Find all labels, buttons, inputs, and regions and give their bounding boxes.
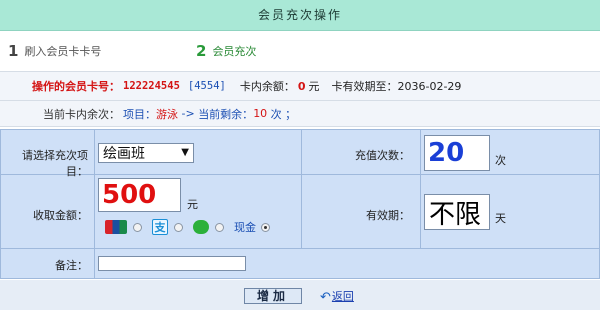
item-name: 游泳 (156, 107, 178, 121)
remain-value: 10 (253, 107, 268, 120)
project-selected-value: 绘画班 (103, 146, 145, 162)
card-info-row: 操作的会员卡号： 122224545 [4554] 卡内余额： 0 元 卡有效期… (0, 72, 600, 101)
balance-value: 0 (297, 79, 306, 93)
action-bar: 增加 ↶ 返回 (0, 280, 600, 310)
column-divider (420, 130, 421, 248)
times-label: 充值次数： (355, 149, 410, 162)
expiry-value: 2036-02-29 (397, 79, 462, 93)
note-input[interactable] (98, 256, 246, 271)
step-1-label: 刷入会员卡卡号 (24, 45, 102, 58)
card-number: 122224545 (123, 80, 180, 92)
project-label: 请选择充次项目： (22, 149, 88, 178)
balance-unit: 元 (308, 80, 320, 93)
row-divider (1, 174, 599, 175)
item-prefix: 项目： (123, 107, 156, 121)
cash-label: 现金 (234, 221, 256, 234)
validity-input[interactable]: 不限 (424, 194, 490, 230)
step-1: 1 刷入会员卡卡号 (8, 31, 101, 71)
remaining-count-label: 当前卡内余次： (43, 107, 120, 121)
wechat-radio[interactable] (215, 222, 224, 232)
amount-label: 收取金额： (33, 209, 88, 222)
back-arrow-icon: ↶ (320, 290, 331, 305)
add-button[interactable]: 增加 (244, 288, 302, 304)
recharge-form: 请选择充次项目： 绘画班 ▼ 充值次数： 20 次 收取金额： 500 元 支 … (0, 129, 600, 279)
project-select[interactable]: 绘画班 ▼ (98, 143, 194, 163)
step-2: 2 会员充次 (196, 31, 256, 71)
wechat-icon (193, 220, 209, 234)
note-label: 备注： (55, 259, 88, 272)
step-2-number: 2 (196, 42, 207, 60)
page-title: 会员充次操作 (0, 0, 600, 31)
payment-method-group: 支 现金 (105, 219, 280, 235)
times-input[interactable]: 20 (424, 135, 490, 171)
balance-label: 卡内余额： (239, 80, 295, 93)
row-divider (1, 248, 599, 249)
validity-label: 有效期： (366, 209, 410, 222)
remaining-count-values: 项目： 游泳 -> 当前剩余： 10 次 ； (123, 101, 296, 126)
card-info-values: 122224545 [4554] 卡内余额： 0 元 卡有效期至： 2036-0… (123, 72, 461, 100)
expiry-label: 卡有效期至： (331, 80, 398, 93)
remaining-count-row: 当前卡内余次： 项目： 游泳 -> 当前剩余： 10 次 ； (0, 101, 600, 127)
alipay-radio[interactable] (174, 222, 183, 232)
unionpay-icon (105, 220, 127, 234)
card-number-label: 操作的会员卡号： (32, 80, 120, 93)
chevron-down-icon: ▼ (181, 147, 189, 158)
amount-input[interactable]: 500 (98, 178, 181, 212)
card-sub-number: [4554] (187, 80, 226, 92)
amount-unit: 元 (187, 198, 198, 211)
unionpay-radio[interactable] (133, 222, 142, 232)
validity-unit: 天 (495, 212, 506, 225)
step-indicator: 1 刷入会员卡卡号 2 会员充次 (0, 31, 600, 72)
column-divider (94, 130, 95, 278)
arrow-text: -> (178, 107, 199, 120)
back-link[interactable]: 返回 (332, 288, 354, 304)
cash-radio[interactable] (261, 222, 270, 232)
remain-suffix: 次 ； (267, 107, 297, 121)
back-link-group[interactable]: ↶ 返回 (320, 288, 354, 304)
times-unit: 次 (495, 154, 506, 167)
step-1-number: 1 (8, 42, 19, 60)
alipay-icon: 支 (152, 219, 168, 235)
remain-label: 当前剩余： (198, 107, 254, 121)
step-2-label: 会员充次 (212, 45, 257, 58)
